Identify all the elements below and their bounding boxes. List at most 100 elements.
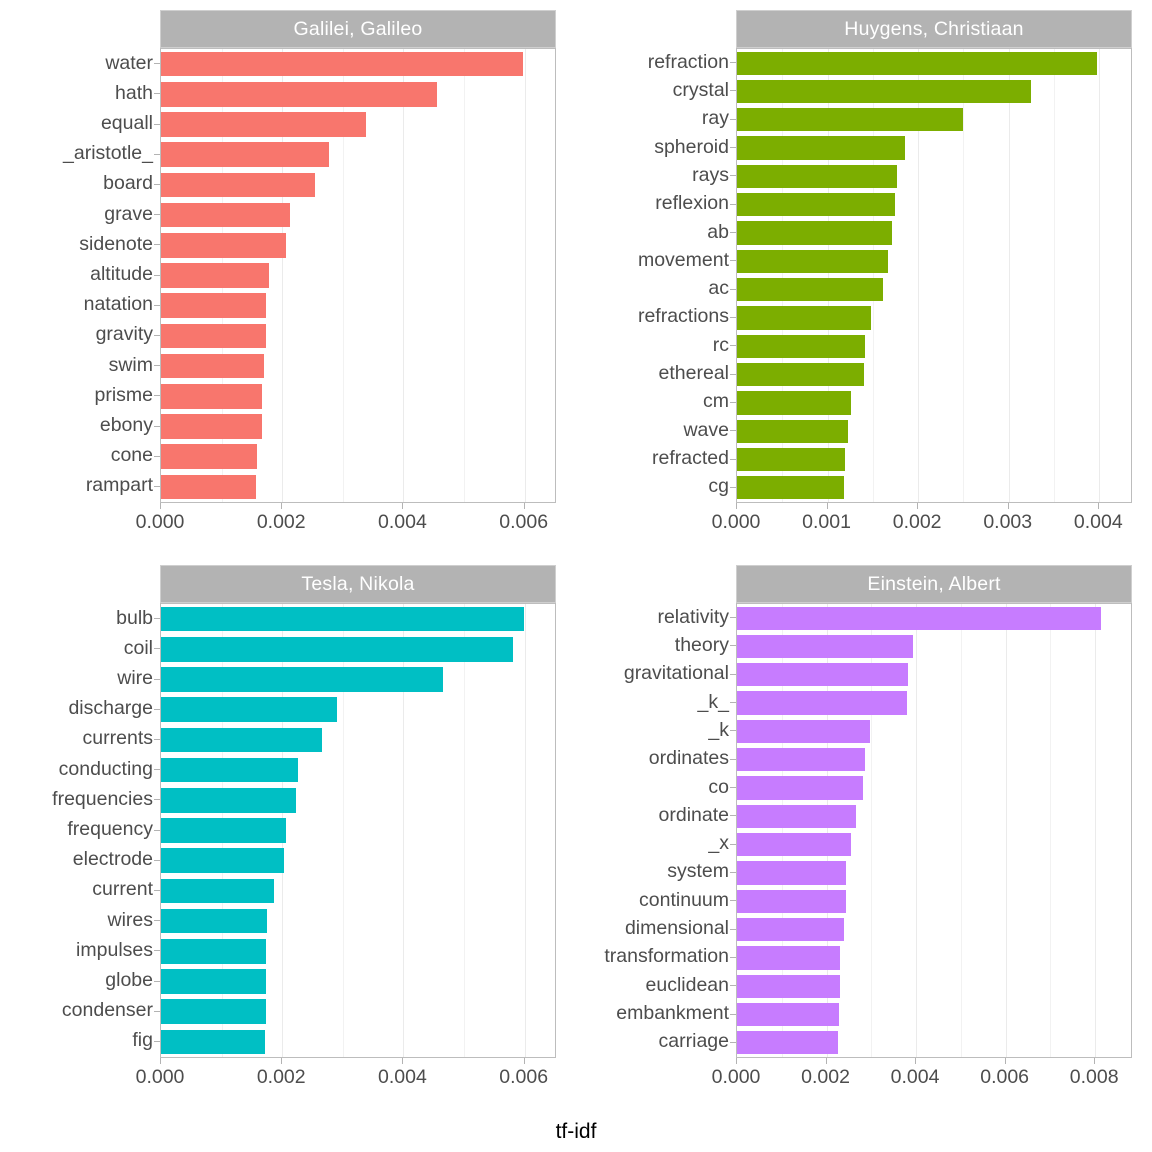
x-axis-tick-label: 0.000: [135, 511, 185, 533]
bar: [161, 697, 337, 723]
bar: [737, 804, 856, 828]
facet-strip-label: Tesla, Nikola: [301, 572, 415, 595]
bar: [737, 164, 898, 188]
bar: [737, 663, 908, 687]
bar-row: [161, 787, 555, 813]
x-axis-tick: [736, 503, 737, 509]
bar: [737, 278, 883, 302]
bar: [161, 787, 297, 813]
y-axis-tick-label-text: equall: [100, 112, 153, 134]
bar: [737, 362, 864, 387]
bar-row: [161, 51, 555, 77]
bar-row: [161, 1029, 555, 1055]
y-axis-tick-label-text: ordinates: [648, 747, 729, 770]
y-axis-labels: relativity theory gravitational _k_ _k ordina…: [576, 603, 736, 1058]
bar-row: [161, 444, 555, 470]
y-axis-tick-label: cone: [0, 443, 160, 469]
y-axis-tick-label-text: board: [103, 172, 153, 195]
bar: [737, 889, 846, 913]
y-axis-tick-label: ebony: [0, 413, 160, 439]
bar-row: [737, 776, 1131, 800]
bar: [161, 142, 329, 168]
y-axis-tick-label: ab: [576, 219, 736, 245]
y-axis-labels: refraction crystal ray spheroid rays reflexio…: [576, 48, 736, 503]
y-axis-tick-label: rc: [576, 332, 736, 358]
plot-panel: [160, 48, 556, 503]
y-axis-tick-label-text: currents: [82, 727, 153, 750]
bar-row: [737, 221, 1131, 245]
y-axis-tick-label-text: euclidean: [645, 973, 729, 996]
y-axis-tick-label-text: gravity: [95, 323, 153, 346]
bar-row: [737, 278, 1131, 302]
x-axis-tick-label: 0.002: [256, 511, 306, 533]
y-axis-tick-label: crystal: [576, 77, 736, 103]
bar: [737, 1031, 838, 1055]
bar: [737, 51, 1097, 75]
x-axis-tick-label: 0.000: [711, 511, 761, 533]
bar-row: [161, 636, 555, 662]
x-axis-tick: [1094, 1058, 1096, 1064]
y-axis-tick-label: natation: [0, 292, 160, 318]
y-axis-tick-label: cg: [576, 474, 736, 500]
bar: [161, 878, 274, 904]
bar-row: [737, 447, 1131, 472]
y-axis-tick-label: refraction: [576, 49, 736, 75]
y-axis-tick-label-text: gravitational: [623, 662, 729, 685]
bar-row: [737, 193, 1131, 217]
bar: [161, 908, 268, 934]
y-axis-tick-label-text: condenser: [61, 999, 153, 1022]
x-axis-tick-label: 0.003: [983, 511, 1033, 533]
bar: [737, 1002, 839, 1027]
bar-row: [737, 748, 1131, 772]
y-axis-tick-label-text: crystal: [672, 78, 729, 101]
bar: [737, 79, 1032, 104]
bar-row: [161, 263, 555, 288]
y-axis-tick-label-text: globe: [105, 969, 153, 991]
y-axis-tick-label: frequencies: [0, 786, 160, 812]
bar: [737, 136, 906, 160]
facet-panel: Huygens, Christiaan refraction crystal ray s…: [576, 0, 1152, 555]
y-axis-tick-label-text: grave: [104, 202, 153, 225]
y-axis-tick-label-text: swim: [108, 353, 153, 376]
bar-row: [161, 232, 555, 258]
bar: [161, 444, 257, 470]
facet-strip: Tesla, Nikola: [160, 565, 556, 603]
x-axis-tick: [523, 1058, 525, 1064]
x-axis-tick-label: 0.000: [135, 1066, 185, 1088]
bar-row: [161, 969, 555, 994]
x-axis-tick: [160, 1058, 161, 1064]
y-axis-tick-label-text: refraction: [647, 50, 729, 73]
plot-panel: [736, 48, 1132, 503]
y-axis-tick-label: wave: [576, 417, 736, 443]
bar: [737, 391, 852, 415]
y-axis-tick-label: transformation: [576, 944, 736, 970]
facet-strip: Huygens, Christiaan: [736, 10, 1132, 48]
facet-strip-label: Galilei, Galileo: [293, 17, 423, 40]
bar: [161, 818, 286, 843]
bar: [737, 719, 870, 743]
bar-row: [737, 391, 1131, 415]
bar: [161, 757, 298, 783]
x-axis-tick-label: 0.004: [890, 1066, 940, 1088]
bar: [737, 476, 844, 500]
y-axis-tick-label: refracted: [576, 446, 736, 472]
bar-row: [737, 334, 1131, 358]
facet-strip: Galilei, Galileo: [160, 10, 556, 48]
y-axis-tick-label: gravitational: [576, 661, 736, 687]
y-axis-tick-label-text: wires: [107, 908, 153, 931]
bar: [161, 474, 256, 500]
bar: [737, 634, 913, 659]
bar-row: [737, 804, 1131, 828]
y-axis-tick-label: ethereal: [576, 361, 736, 387]
x-axis-tick: [917, 503, 919, 509]
y-axis-tick-label: spheroid: [576, 134, 736, 160]
x-axis-tick-label: 0.006: [980, 1066, 1030, 1088]
bar: [161, 938, 267, 964]
y-axis-tick-label-text: ordinate: [658, 803, 729, 826]
bar-row: [161, 848, 555, 874]
bar: [161, 263, 269, 288]
bar-row: [161, 293, 555, 319]
bar: [161, 999, 267, 1025]
bar: [737, 221, 892, 245]
x-axis: 0.000 0.002 0.004 0.006: [136, 503, 556, 547]
